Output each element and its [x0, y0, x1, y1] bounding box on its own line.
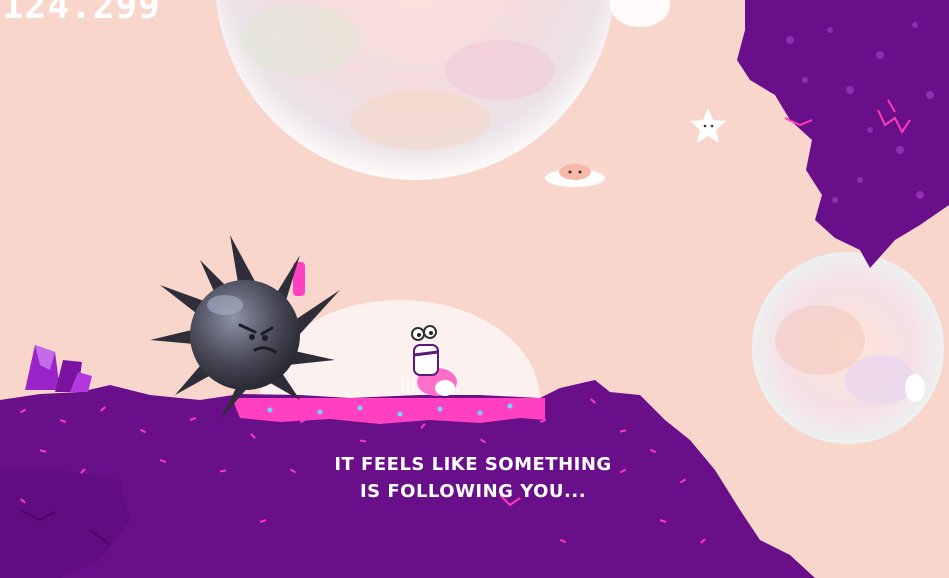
- narration-line-1: IT FEELS LIKE SOMETHING: [334, 454, 612, 475]
- star-icon: [690, 108, 726, 143]
- narration-line-2: IS FOLLOWING YOU...: [359, 481, 587, 502]
- crystal-icon: [25, 345, 92, 392]
- background-bubble-right: [752, 252, 944, 444]
- cloud-creature-icon: [545, 164, 605, 187]
- floating-rock: [737, 0, 949, 268]
- score-counter: 124.299: [2, 0, 161, 27]
- narration-text: IT FEELS LIKE SOMETHING IS FOLLOWING YOU…: [300, 451, 646, 505]
- background-bubble-large: [216, 0, 670, 180]
- game-scene: 124.299 IT FEELS LIKE SOMETHING IS FOLLO…: [0, 0, 949, 578]
